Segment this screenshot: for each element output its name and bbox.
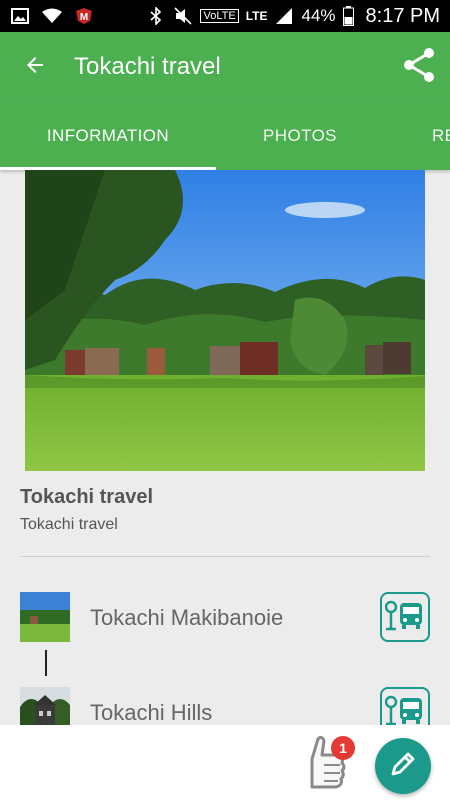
gallery-icon [10,7,30,25]
arrow-back-icon [23,53,47,82]
tab-information[interactable]: INFORMATION [0,102,216,170]
app-bar: Tokachi travel [0,32,450,102]
route-connector [45,650,47,676]
battery-percent: 44% [301,6,336,25]
battery-icon [343,6,355,26]
share-icon [402,47,436,88]
signal-icon [274,7,294,25]
back-button[interactable] [0,32,70,102]
mute-icon [173,7,193,25]
place-title: Tokachi travel [20,486,154,508]
route-thumbnail [20,592,70,642]
divider [20,556,430,557]
share-button[interactable] [398,46,440,88]
svg-text:M: M [80,12,88,23]
like-count-badge: 1 [331,736,355,760]
volte-label: VoLTE [200,9,239,23]
network-label: LTE [245,9,268,23]
place-subtitle: Tokachi travel [20,516,118,533]
tab-reviews[interactable]: RE [432,102,450,170]
route-name: Tokachi Makibanoie [90,605,284,630]
pencil-icon [388,749,418,784]
tab-photos[interactable]: PHOTOS [216,102,384,170]
place-photo[interactable] [25,170,425,471]
page-title: Tokachi travel [74,53,221,80]
edit-button[interactable] [375,738,431,794]
clock: 8:17 PM [365,4,440,27]
route-name: Tokachi Hills [90,700,213,725]
bus-stop-button[interactable] [380,592,430,642]
tab-bar: INFORMATION PHOTOS RE [0,102,450,170]
thumbs-up-icon [300,735,348,795]
mcafee-icon: M [74,7,94,25]
status-bar: M VoLTE LTE 44% 8:17 PM [0,0,450,32]
bus-stop-icon [384,597,425,638]
bluetooth-icon [146,7,166,25]
wifi-icon [42,7,62,25]
route-item[interactable]: Tokachi Makibanoie [0,592,450,644]
